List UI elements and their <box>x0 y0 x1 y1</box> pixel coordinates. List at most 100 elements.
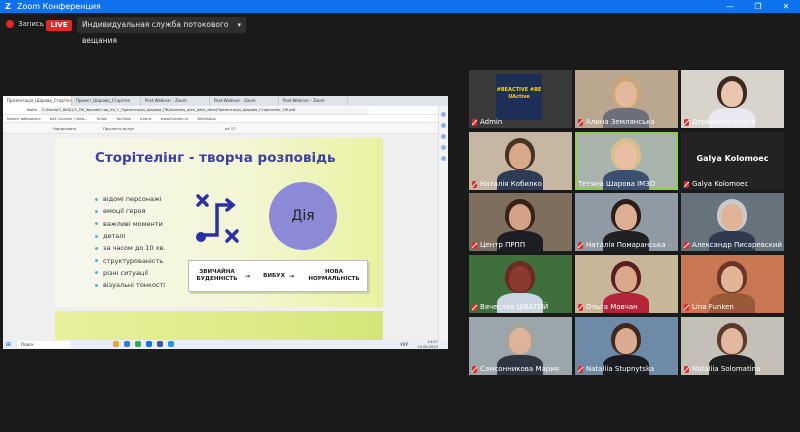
record-dot-icon <box>6 20 14 28</box>
participant-tile[interactable]: #BEACTIVE #BE UActive Admin <box>469 70 572 128</box>
record-label: Запись <box>18 20 44 28</box>
file-label: Файл <box>27 108 37 112</box>
slide-bullet: відомі персонажі <box>95 193 165 205</box>
participant-video-face <box>615 143 637 169</box>
window-titlebar: Z Zoom Конференция — ❐ ✕ <box>0 0 800 13</box>
participant-video-face <box>509 204 531 230</box>
participant-tile[interactable]: Galya Kolomoec Galya Kolomoec <box>681 132 784 190</box>
stream-service-dropdown[interactable]: Индивидуальная служба потокового вещания… <box>77 17 246 45</box>
participant-tile[interactable]: Алина Землянська <box>575 70 678 128</box>
bookmark-item[interactable]: Gmail <box>97 117 108 121</box>
taskbar-apps <box>113 341 179 347</box>
windows-start-icon[interactable]: ⊞ <box>6 340 11 349</box>
flow-mid-label: ВИБУХ <box>263 272 285 279</box>
app-icon[interactable] <box>168 341 174 347</box>
bookmark-item[interactable]: www.liveedu.ru <box>161 117 189 121</box>
browser-tab[interactable]: Post-Webinar - Zoom <box>279 96 348 106</box>
zoom-logo-icon: Z <box>5 1 11 11</box>
language-indicator[interactable]: УКР <box>400 340 408 349</box>
participant-name-label: Наталія Кобилко <box>472 180 542 188</box>
mic-muted-icon <box>578 241 583 249</box>
taskbar-search[interactable]: Поиск <box>17 341 71 348</box>
sidebar-app-icon[interactable] <box>441 112 446 117</box>
browser-tab[interactable]: Post-Webinar - Zoom <box>141 96 210 106</box>
read-aloud-tool[interactable]: Прочесть вслух <box>103 123 134 134</box>
participant-video-face <box>721 328 743 354</box>
bookmark-item[interactable]: WhatsApp <box>197 117 215 121</box>
participant-video-face <box>615 204 637 230</box>
participant-video-face <box>721 204 743 230</box>
mic-muted-icon <box>472 365 477 373</box>
bookmark-item[interactable]: Імпорт вибраного <box>7 117 41 121</box>
edge-icon[interactable] <box>124 341 130 347</box>
participant-name-label: Алина Землянська <box>578 118 655 126</box>
browser-sidebar <box>438 106 448 340</box>
sidebar-app-icon[interactable] <box>441 134 446 139</box>
participant-name-label: Lina Funken <box>684 303 734 311</box>
participant-tile[interactable]: Наталія Помаранська <box>575 193 678 251</box>
participant-name: Nataliia Solomatina <box>692 365 761 373</box>
participant-name: Galya Kolomoec <box>692 180 749 188</box>
file-explorer-icon[interactable] <box>113 341 119 347</box>
participant-name-label: Александр Писаревский <box>684 241 782 249</box>
participant-tile[interactable]: Nataliia Solomatina <box>681 317 784 375</box>
participant-tile[interactable]: Lina Funken <box>681 255 784 313</box>
window-title: Zoom Конференция <box>17 2 101 11</box>
zoom-app-icon[interactable] <box>146 341 152 347</box>
strategy-diagram-icon <box>196 194 239 243</box>
participant-tile[interactable]: Наталія Кобилко <box>469 132 572 190</box>
chrome-icon[interactable] <box>135 341 141 347</box>
slide-bullet: деталі <box>95 230 165 242</box>
story-flow-box: ЗВИЧАЙНА БУДЕННІСТЬ → ВИБУХ → НОВА НОРМА… <box>188 260 368 292</box>
browser-tab[interactable]: Post-Webinar - Zoom <box>210 96 279 106</box>
participant-name-label: Galya Kolomoec <box>684 180 748 188</box>
slide-bullet-list: відомі персонажі емоції героя важливі мо… <box>95 193 165 291</box>
participant-name-label: Наталія Помаранська <box>578 241 666 249</box>
participant-name-label: Nataliia Stupnytska <box>578 365 654 373</box>
participant-tile[interactable]: Центр ПРПП <box>469 193 572 251</box>
app-icon[interactable] <box>157 341 163 347</box>
presentation-slide: Сторітелінг - творча розповідь відомі пе… <box>55 138 383 307</box>
bookmark-item[interactable]: edX Courses | View... <box>50 117 88 121</box>
sidebar-app-icon[interactable] <box>441 123 446 128</box>
chevron-down-icon: ▾ <box>237 21 241 29</box>
participant-name: Nataliia Stupnytska <box>586 365 655 373</box>
browser-tab[interactable]: Проект_Шарова_Сторітел <box>72 96 141 106</box>
bookmarks-bar: Імпорт вибраного edX Courses | View... G… <box>3 115 448 123</box>
window-controls: — ❐ ✕ <box>716 2 800 11</box>
mic-muted-icon <box>578 118 583 126</box>
participant-name-label: Nataliia Solomatina <box>684 365 760 373</box>
participant-tile[interactable]: Самсонникова Мария <box>469 317 572 375</box>
sidebar-app-icon[interactable] <box>441 145 446 150</box>
bookmark-item[interactable]: YouTube <box>116 117 131 121</box>
mic-muted-icon <box>472 118 477 126</box>
participant-tile[interactable]: Ольга Мовчан <box>575 255 678 313</box>
participant-tile[interactable]: Дерkачова Ольга <box>681 70 784 128</box>
taskbar-clock[interactable]: 14:27 15.06.2023 <box>417 340 438 349</box>
browser-tabs: Презентація_Шарова_Сторітел Проект_Шаров… <box>3 96 448 106</box>
address-field[interactable]: C:/Users/О_ВАЗ/1/1_ПК_Іванов/Стор_ня_+_П… <box>39 107 369 114</box>
participant-tile[interactable]: Тетяна Шарова ІМЗО <box>575 132 678 190</box>
participant-video-face <box>721 81 743 107</box>
participant-tile[interactable]: Nataliia Stupnytska <box>575 317 678 375</box>
close-button[interactable]: ✕ <box>772 2 800 11</box>
participant-name: Алина Землянська <box>586 118 655 126</box>
participant-name-label: Самсонникова Мария <box>472 365 559 373</box>
sidebar-app-icon[interactable] <box>441 156 446 161</box>
bookmark-item[interactable]: Карти <box>140 117 151 121</box>
browser-tab[interactable]: Презентація_Шарова_Сторітел <box>3 96 72 106</box>
participant-video-face <box>509 328 531 354</box>
draw-tool[interactable]: Нарисовать <box>53 123 76 134</box>
browser-urlbar: Файл C:/Users/О_ВАЗ/1/1_ПК_Іванов/Стор_н… <box>3 106 448 115</box>
recording-indicator[interactable]: Запись <box>6 20 44 28</box>
pdf-toolbar: Нарисовать Прочесть вслух из 17 <box>3 123 448 134</box>
participant-video-face <box>615 328 637 354</box>
participant-tile[interactable]: Вячеслав ЦІВАТИЙ <box>469 255 572 313</box>
maximize-button[interactable]: ❐ <box>744 2 772 11</box>
live-badge: LIVE <box>46 20 72 31</box>
next-slide <box>55 311 383 341</box>
participant-video-face <box>615 81 637 107</box>
pdf-viewer: Сторітелінг - творча розповідь відомі пе… <box>3 134 448 341</box>
participant-tile[interactable]: Александр Писаревский <box>681 193 784 251</box>
minimize-button[interactable]: — <box>716 2 744 11</box>
